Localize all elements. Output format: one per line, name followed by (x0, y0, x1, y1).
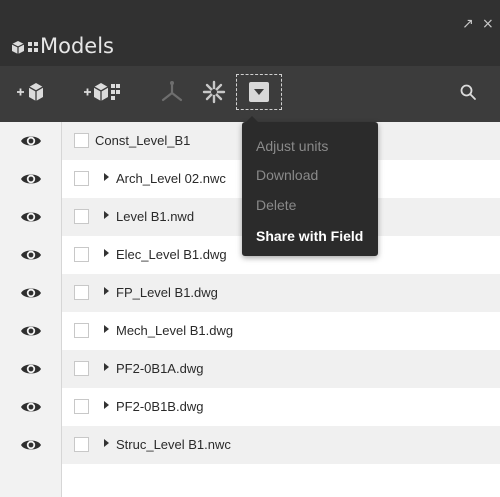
list-item-content: PF2-0B1B.dwg (62, 388, 500, 426)
row-checkbox[interactable] (74, 285, 89, 300)
list-item-content: FP_Level B1.dwg (62, 274, 500, 312)
eye-icon[interactable] (0, 198, 62, 236)
list-item-label: Arch_Level 02.nwc (116, 171, 226, 186)
menu-item: Adjust units (256, 138, 329, 154)
list-item-label: Level B1.nwd (116, 209, 195, 224)
row-checkbox[interactable] (74, 323, 89, 338)
eye-icon[interactable] (0, 312, 62, 350)
expand-caret-icon[interactable] (104, 401, 109, 409)
add-model-icon (15, 81, 47, 103)
row-checkbox[interactable] (74, 133, 89, 148)
add-models-group-icon (82, 81, 122, 103)
list-item-label: PF2-0B1A.dwg (116, 361, 204, 376)
eye-icon[interactable] (0, 274, 62, 312)
menu-item: Download (256, 167, 319, 183)
eye-icon[interactable] (0, 160, 62, 198)
menu-arrow (246, 116, 258, 122)
add-model-button[interactable] (14, 76, 48, 108)
sparkle-button[interactable] (200, 76, 228, 108)
list-item-label: FP_Level B1.dwg (116, 285, 218, 300)
expand-caret-icon[interactable] (104, 325, 109, 333)
list-item[interactable]: FP_Level B1.dwg (0, 274, 500, 312)
list-item-label: Const_Level_B1 (95, 133, 191, 148)
hierarchy-icon (159, 80, 185, 104)
popout-icon[interactable]: ↗ (462, 17, 474, 31)
list-item[interactable]: PF2-0B1A.dwg (0, 350, 500, 388)
row-checkbox[interactable] (74, 171, 89, 186)
panel-titlebar: Models ↗ × (0, 0, 500, 66)
expand-caret-icon[interactable] (104, 439, 109, 447)
eye-icon[interactable] (0, 122, 62, 160)
list-item-content: Mech_Level B1.dwg (62, 312, 500, 350)
menu-item[interactable]: Share with Field (256, 228, 363, 244)
eye-icon[interactable] (0, 236, 62, 274)
eye-icon[interactable] (0, 388, 62, 426)
list-item-label: Elec_Level B1.dwg (116, 247, 227, 262)
add-models-group-button[interactable] (82, 76, 122, 108)
list-item-label: Mech_Level B1.dwg (116, 323, 234, 338)
eye-icon[interactable] (0, 350, 62, 388)
more-options-menu: Adjust units Download Delete Share with Fie… (242, 116, 378, 256)
list-item-content: Struc_Level B1.nwc (62, 426, 500, 464)
list-item-content: PF2-0B1A.dwg (62, 350, 500, 388)
models-cubes-icon (10, 40, 42, 56)
list-item-label: PF2-0B1B.dwg (116, 399, 204, 414)
row-checkbox[interactable] (74, 361, 89, 376)
list-item-label: Struc_Level B1.nwc (116, 437, 231, 452)
row-checkbox[interactable] (74, 437, 89, 452)
panel-title: Models (40, 34, 114, 58)
menu-item: Delete (256, 197, 297, 213)
expand-caret-icon[interactable] (104, 211, 109, 219)
eye-icon[interactable] (0, 426, 62, 464)
close-icon[interactable]: × (482, 17, 494, 31)
models-panel: Models ↗ × Const_Level_B1 Arch_Level 02.… (0, 0, 500, 497)
expand-caret-icon[interactable] (104, 363, 109, 371)
list-item[interactable]: Mech_Level B1.dwg (0, 312, 500, 350)
toolbar (0, 66, 500, 122)
asterisk-sparkle-icon (201, 79, 227, 105)
expand-caret-icon[interactable] (104, 287, 109, 295)
hierarchy-button[interactable] (158, 76, 186, 108)
more-options-dropdown-button[interactable] (236, 74, 282, 110)
row-checkbox[interactable] (74, 209, 89, 224)
row-checkbox[interactable] (74, 399, 89, 414)
search-button[interactable] (456, 76, 480, 108)
search-icon (459, 83, 477, 101)
expand-caret-icon[interactable] (104, 173, 109, 181)
row-checkbox[interactable] (74, 247, 89, 262)
more-options-dropdown-icon (249, 82, 269, 102)
list-item[interactable]: Struc_Level B1.nwc (0, 426, 500, 464)
expand-caret-icon[interactable] (104, 249, 109, 257)
list-item[interactable]: PF2-0B1B.dwg (0, 388, 500, 426)
